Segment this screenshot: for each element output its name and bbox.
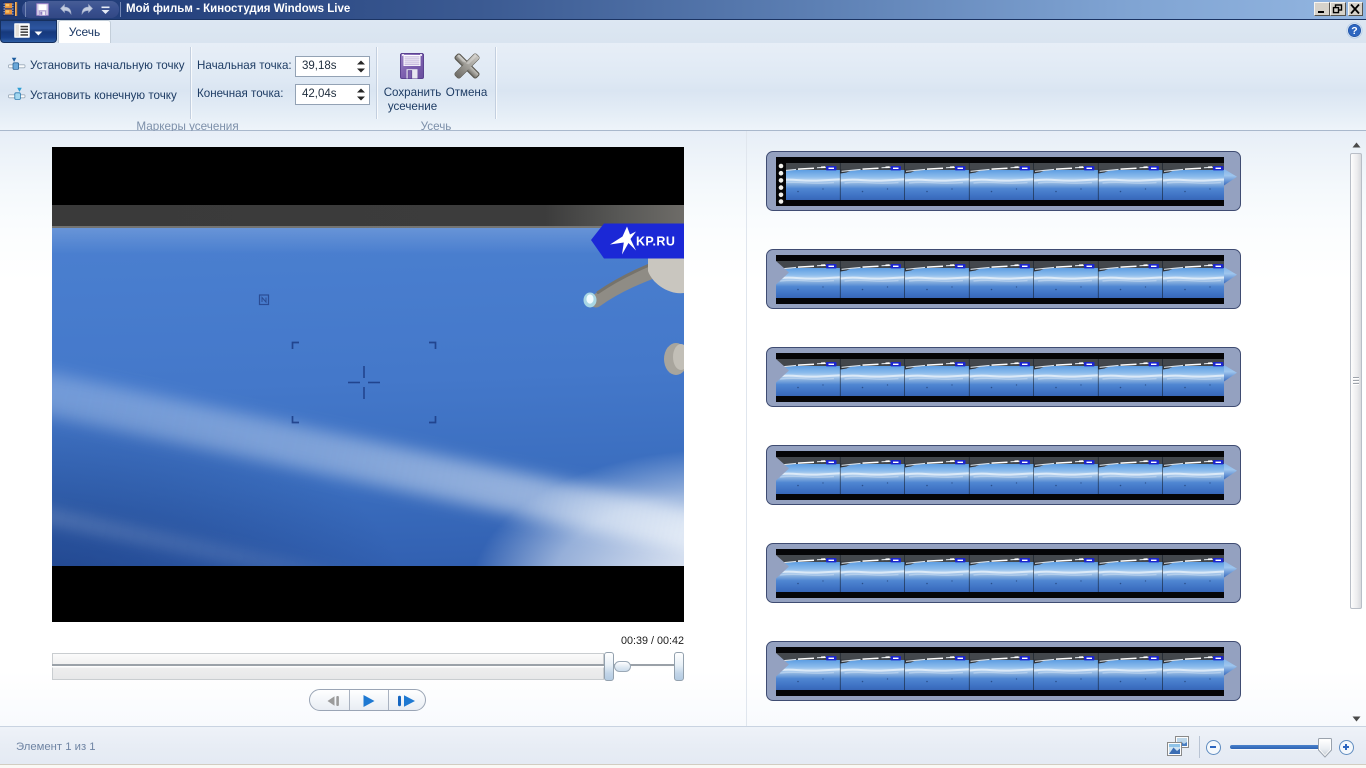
svg-text:?: ? — [1351, 25, 1357, 37]
svg-text:KP.RU: KP.RU — [636, 235, 675, 249]
